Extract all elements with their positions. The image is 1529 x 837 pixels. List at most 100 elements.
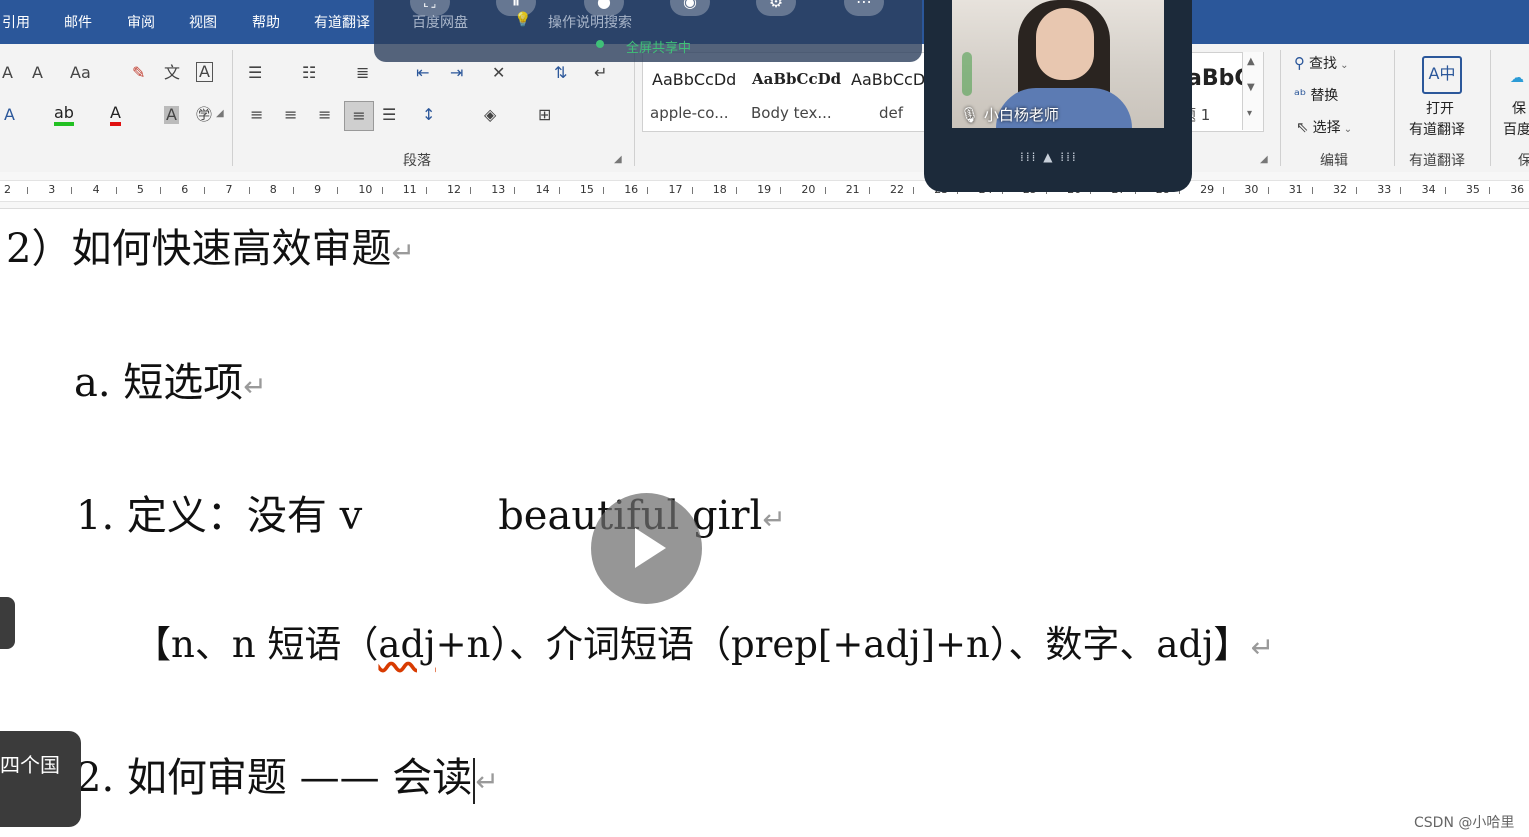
doc-bracket-line[interactable]: 【n、n 短语（adj+n）、介词短语（prep[+adj]+n）、数字、adj… bbox=[134, 614, 1274, 668]
text-effects-icon[interactable]: A bbox=[4, 106, 15, 124]
side-handle[interactable] bbox=[0, 597, 15, 649]
enclose-char-icon[interactable]: ㊫ bbox=[196, 106, 212, 124]
ruler-number: 13 bbox=[491, 183, 506, 196]
highlight-icon[interactable]: ab bbox=[54, 104, 74, 126]
mic-icon: 🎙 bbox=[960, 106, 984, 124]
char-shading-icon[interactable]: A bbox=[164, 106, 179, 124]
paragraph-dialog-launcher-icon[interactable]: ◢ bbox=[614, 154, 622, 165]
ruler-tick bbox=[248, 187, 250, 194]
screen-share-toolbar: ⛶ ⏸ ● ◉ ⚙ ⋯ 百度网盘 💡 操作说明搜索 全屏共享中 bbox=[374, 0, 922, 62]
ruler-number: 30 bbox=[1244, 183, 1259, 196]
sort-icon[interactable]: ⇅ bbox=[554, 64, 567, 82]
bullets-icon[interactable]: ☰ bbox=[248, 64, 262, 82]
numbering-icon[interactable]: ☷ bbox=[302, 64, 316, 82]
chinese-layout-icon[interactable]: ✕ bbox=[492, 64, 505, 82]
char-border-icon[interactable]: A bbox=[196, 62, 213, 82]
menu-review[interactable]: 审阅 bbox=[127, 12, 155, 32]
shading-icon[interactable]: ◈ bbox=[484, 106, 496, 124]
select-button[interactable]: ⇖ 选择 ⌄ bbox=[1296, 117, 1352, 137]
find-button[interactable]: ⚲ 查找 ⌄ bbox=[1294, 53, 1349, 73]
menu-youdao-translate[interactable]: 有道翻译 bbox=[314, 12, 370, 32]
clear-format-icon[interactable]: ✎ bbox=[132, 64, 145, 82]
divider bbox=[1280, 50, 1281, 166]
font-dialog-launcher-icon[interactable]: ◢ bbox=[216, 108, 224, 119]
menu-mailings[interactable]: 邮件 bbox=[64, 12, 92, 32]
replace-icon: ᵃᵇ bbox=[1294, 86, 1307, 104]
line-spacing-icon[interactable]: ↕ bbox=[422, 106, 435, 124]
styles-scroll[interactable]: ▲ ▼ ▾ bbox=[1242, 52, 1263, 130]
cloud-icon[interactable]: ☁ bbox=[1510, 70, 1524, 86]
ruler-number: 31 bbox=[1288, 183, 1303, 196]
ruler-tick bbox=[558, 187, 560, 194]
ruler-number: 33 bbox=[1377, 183, 1392, 196]
change-case-icon[interactable]: Aa bbox=[70, 64, 91, 82]
menu-help[interactable]: 帮助 bbox=[252, 12, 280, 32]
ruler-number: 11 bbox=[402, 183, 417, 196]
youdao-open-line2[interactable]: 有道翻译 bbox=[1409, 119, 1465, 139]
horizontal-ruler[interactable]: 2345678910111213141516171819202122232425… bbox=[0, 172, 1529, 209]
camera-icon[interactable]: ◉ bbox=[670, 0, 710, 16]
ruler-tick bbox=[27, 187, 29, 194]
ruler-number: 4 bbox=[92, 183, 100, 196]
replace-button[interactable]: ᵃᵇ 替换 bbox=[1294, 85, 1338, 105]
menu-view[interactable]: 视图 bbox=[189, 12, 217, 32]
ruler-number: 5 bbox=[136, 183, 144, 196]
ruler-tick bbox=[1444, 187, 1446, 194]
ruler-tick bbox=[780, 187, 782, 194]
ruler-tick bbox=[337, 187, 339, 194]
style-name-body-text[interactable]: Body tex... bbox=[751, 104, 832, 122]
decrease-indent-icon[interactable]: ⇤ bbox=[416, 64, 429, 82]
multilevel-list-icon[interactable]: ≣ bbox=[356, 64, 369, 82]
shrink-font-icon[interactable]: A bbox=[32, 64, 43, 82]
style-name-apple[interactable]: apple-co... bbox=[650, 104, 729, 122]
distributed-icon[interactable]: ☰ bbox=[382, 106, 396, 124]
style-preview-body-text[interactable]: AaBbCcDd bbox=[752, 70, 841, 88]
doc-item-2[interactable]: 2. 如何审题 —— 会读 ↵ bbox=[76, 745, 499, 804]
style-preview-apple[interactable]: AaBbCcDd bbox=[652, 70, 736, 89]
align-left-icon[interactable]: ≡ bbox=[250, 106, 263, 124]
style-preview-def[interactable]: AaBbCcDd bbox=[851, 70, 935, 89]
increase-indent-icon[interactable]: ⇥ bbox=[450, 64, 463, 82]
webcam-collapse-handle[interactable]: ⁞⁞⁞ ▲ ⁞⁞⁞ bbox=[1020, 150, 1078, 164]
ruler-number: 3 bbox=[48, 183, 56, 196]
ruler-number: 34 bbox=[1421, 183, 1436, 196]
save-baidu-line1[interactable]: 保 bbox=[1512, 98, 1526, 118]
ruler-tick bbox=[115, 187, 117, 194]
scroll-up-icon[interactable]: ▲ bbox=[1247, 56, 1255, 67]
side-panel-tab[interactable]: 四个国 bbox=[0, 731, 81, 827]
youdao-open-line1[interactable]: 打开 bbox=[1426, 98, 1454, 118]
ruler-tick bbox=[647, 187, 649, 194]
ruler-number: 21 bbox=[845, 183, 860, 196]
webcam-video: 🎙 小白杨老师 bbox=[952, 0, 1164, 128]
video-play-button[interactable] bbox=[591, 493, 702, 604]
more-styles-icon[interactable]: ▾ bbox=[1247, 108, 1252, 119]
doc-heading[interactable]: 2）如何快速高效审题↵ bbox=[6, 216, 415, 274]
more-icon[interactable]: ⋯ bbox=[844, 0, 884, 16]
settings-icon[interactable]: ⚙ bbox=[756, 0, 796, 16]
grow-font-icon[interactable]: A bbox=[2, 64, 13, 82]
paragraph-mark: ↵ bbox=[391, 236, 415, 269]
style-name-def[interactable]: def bbox=[879, 104, 903, 122]
ruler-tick bbox=[603, 187, 605, 194]
divider bbox=[232, 50, 233, 166]
justify-icon[interactable]: ≡ bbox=[344, 101, 374, 131]
share-label-search: 操作说明搜索 bbox=[548, 15, 632, 31]
align-right-icon[interactable]: ≡ bbox=[318, 106, 331, 124]
menu-references[interactable]: 引用 bbox=[2, 12, 30, 32]
font-color-icon[interactable]: A bbox=[110, 104, 121, 126]
paragraph-mark: ↵ bbox=[1250, 631, 1275, 664]
ruler-tick bbox=[824, 187, 826, 194]
translate-icon[interactable]: A中 bbox=[1422, 56, 1462, 94]
phonetic-guide-icon[interactable]: 文 bbox=[164, 64, 180, 82]
spelling-error-adj[interactable]: adj bbox=[378, 623, 435, 666]
ruler-tick bbox=[514, 187, 516, 194]
borders-icon[interactable]: ⊞ bbox=[538, 106, 551, 124]
show-marks-icon[interactable]: ↵ bbox=[594, 64, 607, 82]
save-baidu-line2[interactable]: 百度 bbox=[1503, 119, 1529, 139]
scroll-down-icon[interactable]: ▼ bbox=[1247, 82, 1255, 93]
ruler-number: 19 bbox=[757, 183, 772, 196]
styles-dialog-launcher-icon[interactable]: ◢ bbox=[1260, 154, 1268, 165]
align-center-icon[interactable]: ≡ bbox=[284, 106, 297, 124]
doc-item-a[interactable]: a. 短选项↵ bbox=[74, 350, 267, 408]
sharing-status-dot bbox=[596, 40, 604, 48]
